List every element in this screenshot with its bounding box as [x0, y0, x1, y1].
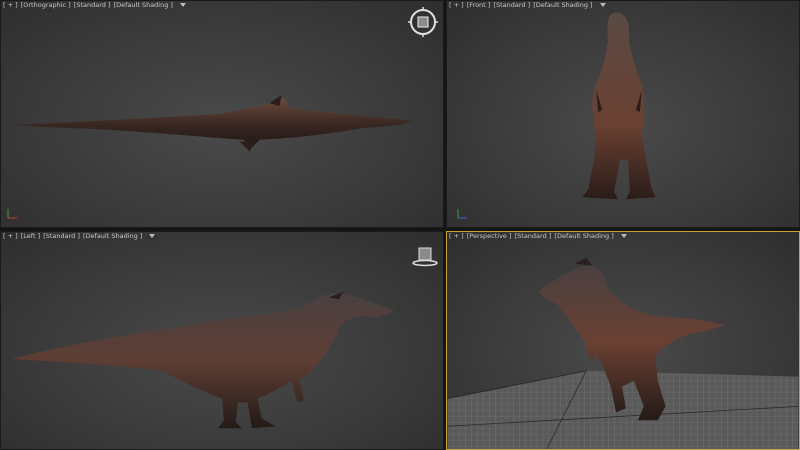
- view-mode-button[interactable]: [Orthographic ]: [21, 1, 71, 9]
- viewport-label-left: [ + ] [Left ] [Standard ] [Default Shadi…: [3, 232, 156, 241]
- viewcube-icon[interactable]: [411, 246, 439, 268]
- shading-mode-button[interactable]: [Default Shading ]: [83, 232, 142, 240]
- viewport-front[interactable]: [ + ] [Front ] [Standard ] [Default Shad…: [446, 0, 800, 228]
- shading-style-button[interactable]: [Standard ]: [493, 1, 530, 9]
- view-mode-button[interactable]: [Left ]: [21, 232, 40, 240]
- filter-icon[interactable]: [599, 3, 606, 7]
- shading-style-button[interactable]: [Standard ]: [515, 232, 552, 240]
- viewport-perspective[interactable]: [ + ] [Perspective ] [Standard ] [Defaul…: [446, 231, 800, 450]
- viewcube-icon[interactable]: [408, 7, 438, 37]
- viewport-menu-button[interactable]: [ + ]: [449, 1, 464, 9]
- viewport-menu-button[interactable]: [ + ]: [449, 232, 464, 240]
- dinosaur-model-top[interactable]: [1, 1, 443, 227]
- dinosaur-model-perspective[interactable]: [447, 232, 799, 449]
- filter-icon[interactable]: [620, 234, 627, 238]
- viewport-orthographic[interactable]: [ + ] [Orthographic ] [Standard ] [Defau…: [0, 0, 444, 228]
- viewport-label-orthographic: [ + ] [Orthographic ] [Standard ] [Defau…: [3, 1, 187, 10]
- dinosaur-model-left[interactable]: [1, 232, 443, 449]
- shading-mode-button[interactable]: [Default Shading ]: [533, 1, 592, 9]
- viewport-grid: [ + ] [Orthographic ] [Standard ] [Defau…: [0, 0, 800, 450]
- axis-tripod-icon: [7, 209, 17, 219]
- viewport-label-perspective: [ + ] [Perspective ] [Standard ] [Defaul…: [449, 232, 627, 241]
- dinosaur-model-front[interactable]: [447, 1, 799, 227]
- viewport-menu-button[interactable]: [ + ]: [3, 1, 18, 9]
- filter-icon[interactable]: [149, 234, 156, 238]
- view-mode-button[interactable]: [Perspective ]: [467, 232, 512, 240]
- view-mode-button[interactable]: [Front ]: [467, 1, 491, 9]
- filter-icon[interactable]: [180, 3, 187, 7]
- viewport-menu-button[interactable]: [ + ]: [3, 232, 18, 240]
- shading-mode-button[interactable]: [Default Shading ]: [114, 1, 173, 9]
- shading-style-button[interactable]: [Standard ]: [74, 1, 111, 9]
- viewport-left[interactable]: [ + ] [Left ] [Standard ] [Default Shadi…: [0, 231, 444, 450]
- shading-mode-button[interactable]: [Default Shading ]: [554, 232, 613, 240]
- viewport-label-front: [ + ] [Front ] [Standard ] [Default Shad…: [449, 1, 606, 10]
- axis-tripod-icon: [457, 209, 467, 219]
- shading-style-button[interactable]: [Standard ]: [43, 232, 80, 240]
